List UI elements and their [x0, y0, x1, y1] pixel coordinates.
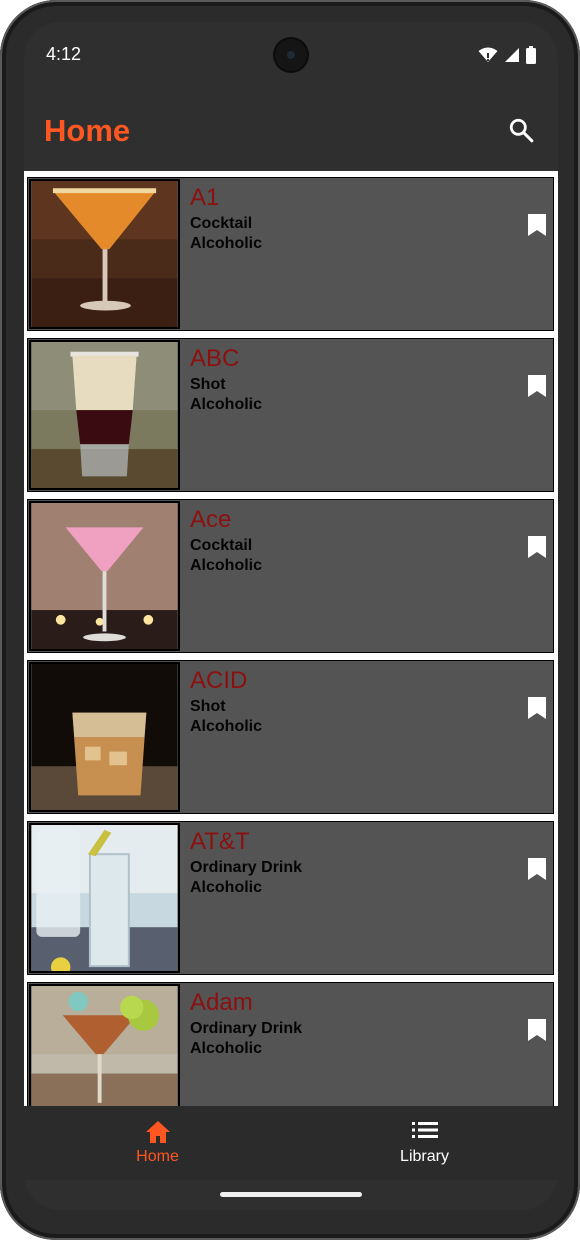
bookmark-icon[interactable]: [527, 535, 547, 559]
bookmark-icon[interactable]: [527, 1018, 547, 1042]
drink-name: ABC: [190, 345, 240, 372]
bookmark-icon[interactable]: [527, 857, 547, 881]
drink-thumbnail: [29, 179, 180, 329]
drink-thumbnail: [29, 984, 180, 1106]
drink-thumbnail: [29, 823, 180, 973]
drink-name: Adam: [190, 989, 253, 1016]
bookmark-icon[interactable]: [527, 374, 547, 398]
cocktail-photo: [31, 986, 178, 1106]
drink-card[interactable]: AT&T Ordinary Drink Alcoholic: [27, 821, 554, 975]
drink-card[interactable]: A1 Cocktail Alcoholic: [27, 177, 554, 331]
cocktail-photo: [31, 503, 178, 649]
drink-alcoholic: Alcoholic: [190, 557, 263, 574]
nav-item-library[interactable]: Library: [291, 1106, 558, 1180]
drink-category: Ordinary Drink: [190, 859, 303, 876]
drink-card[interactable]: Adam Ordinary Drink Alcoholic: [27, 982, 554, 1106]
shot-photo: [31, 342, 178, 488]
wifi-icon: [478, 47, 498, 62]
drink-card[interactable]: ABC Shot Alcoholic: [27, 338, 554, 492]
drink-list[interactable]: A1 Cocktail Alcoholic ABC Shot Alcoholic…: [24, 171, 558, 1106]
drink-alcoholic: Alcoholic: [190, 718, 263, 735]
drink-name: ACID: [190, 667, 248, 694]
status-time: 4:12: [46, 44, 82, 64]
list-icon: [411, 1122, 438, 1138]
drink-name: Ace: [190, 506, 232, 533]
drink-alcoholic: Alcoholic: [190, 235, 263, 252]
status-icons: [478, 46, 536, 64]
bookmark-icon[interactable]: [527, 213, 547, 237]
drink-card[interactable]: ACID Shot Alcoholic: [27, 660, 554, 814]
drink-thumbnail: [29, 501, 180, 651]
highball-photo: [31, 825, 178, 971]
whiskey-photo: [31, 664, 178, 810]
gesture-handle[interactable]: [220, 1192, 362, 1197]
drink-card[interactable]: Ace Cocktail Alcoholic: [27, 499, 554, 653]
nav-item-home[interactable]: Home: [24, 1106, 291, 1180]
signal-icon: [505, 48, 519, 62]
screen: 4:12 Home A1 Cocktail Alcoholic ABC Shot…: [24, 22, 558, 1210]
drink-name: AT&T: [190, 828, 250, 855]
bookmark-icon[interactable]: [527, 696, 547, 720]
bottom-navigation: Home Library: [24, 1106, 558, 1180]
cocktail-photo: [31, 181, 178, 327]
drink-thumbnail: [29, 340, 180, 490]
home-icon: [145, 1121, 170, 1143]
drink-alcoholic: Alcoholic: [190, 879, 263, 896]
drink-alcoholic: Alcoholic: [190, 1040, 263, 1057]
search-icon[interactable]: [508, 117, 534, 143]
drink-thumbnail: [29, 662, 180, 812]
nav-label-library: Library: [400, 1148, 449, 1165]
drink-category: Shot: [190, 376, 226, 393]
app-bar: Home: [24, 90, 558, 170]
drink-name: A1: [190, 184, 220, 211]
drink-category: Shot: [190, 698, 226, 715]
phone-frame: 4:12 Home A1 Cocktail Alcoholic ABC Shot…: [0, 0, 580, 1240]
nav-label-home: Home: [136, 1148, 179, 1165]
page-title: Home: [44, 113, 131, 148]
drink-alcoholic: Alcoholic: [190, 396, 263, 413]
status-bar: 4:12: [24, 22, 558, 90]
drink-category: Cocktail: [190, 537, 253, 554]
battery-icon: [526, 46, 536, 64]
drink-category: Ordinary Drink: [190, 1020, 303, 1037]
front-camera: [275, 39, 307, 71]
drink-category: Cocktail: [190, 215, 253, 232]
